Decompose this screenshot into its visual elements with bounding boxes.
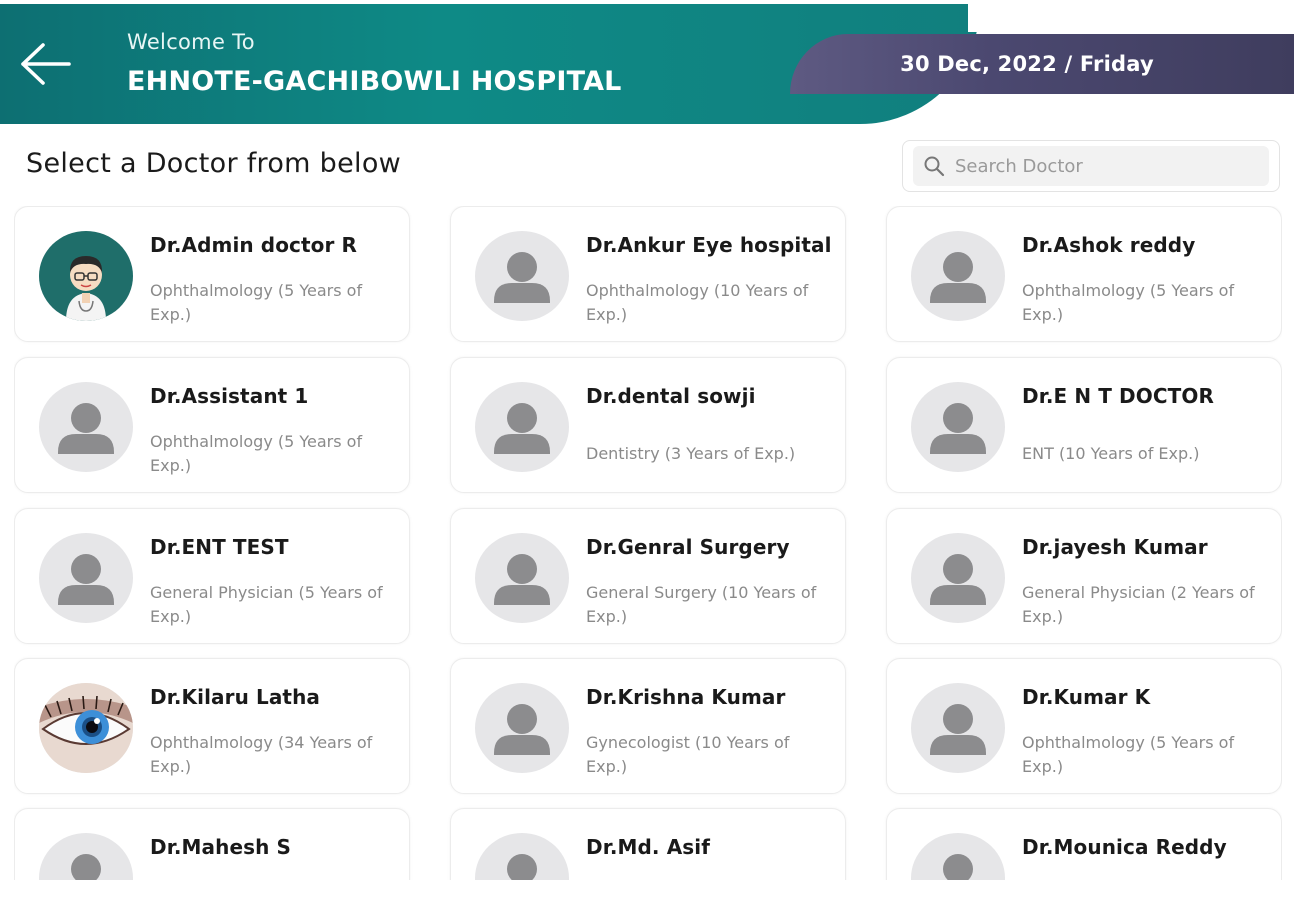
user-placeholder-icon [39,533,133,623]
doctor-card[interactable]: Dr.Krishna Kumar Gynecologist (10 Years o… [450,658,846,794]
page-title: Select a Doctor from below [26,148,402,179]
doctor-name: Dr.Admin doctor R [150,233,358,257]
user-placeholder-icon [475,382,569,472]
doctor-card[interactable]: Dr.dental sowji Dentistry (3 Years of Exp… [450,357,846,493]
doctor-card[interactable]: Dr.Ankur Eye hospital Ophthalmology (10 Y… [450,206,846,342]
doctor-specialty: General Surgery (10 Years of Exp.) [586,583,817,626]
user-placeholder-icon [911,683,1005,773]
doctor-card[interactable]: Dr.Kilaru Latha Ophthalmology (34 Years o… [14,658,410,794]
doctor-specialty: Dentistry (3 Years of Exp.) [586,444,796,463]
doctor-specialty: General Physician (5 Years of Exp.) [150,583,383,626]
doctor-specialty: Ophthalmology (5 Years of Exp.) [150,432,363,475]
doctor-specialty: Ophthalmology (5 Years of Exp.) [1022,281,1235,324]
user-placeholder-icon [475,833,569,880]
doctor-card[interactable]: Dr.Assistant 1 Ophthalmology (5 Years of … [14,357,410,493]
doctor-card[interactable]: Dr.jayesh Kumar General Physician (2 Year… [886,508,1282,644]
doctor-name: Dr.ENT TEST [150,535,289,559]
doctor-specialty: ENT (10 Years of Exp.) [1022,444,1200,463]
doctor-name: Dr.Krishna Kumar [586,685,786,709]
doctor-name: Dr.Kilaru Latha [150,685,321,709]
user-placeholder-icon [911,533,1005,623]
user-placeholder-icon [39,833,133,880]
user-placeholder-icon [475,533,569,623]
search-icon [923,155,945,177]
doctor-name: Dr.Assistant 1 [150,384,309,408]
doctor-avatar-image [39,231,133,321]
doctor-name: Dr.jayesh Kumar [1022,535,1208,559]
hospital-name: EHNOTE-GACHIBOWLI HOSPITAL [127,66,622,97]
doctor-name: Dr.Mounica Reddy [1022,835,1227,859]
doctor-specialty: Ophthalmology (5 Years of Exp.) [1022,733,1235,776]
doctor-avatar-image [39,683,133,773]
doctor-name: Dr.Ashok reddy [1022,233,1196,257]
doctor-card[interactable]: Dr.Kumar K Ophthalmology (5 Years of Exp.… [886,658,1282,794]
doctor-card[interactable]: Dr.Mounica Reddy [886,808,1282,880]
doctor-card[interactable]: Dr.ENT TEST General Physician (5 Years of… [14,508,410,644]
doctor-card[interactable]: Dr.Genral Surgery General Surgery (10 Yea… [450,508,846,644]
search-input[interactable] [953,154,1257,178]
doctor-name: Dr.Ankur Eye hospital [586,233,832,257]
search-box [902,140,1280,192]
doctor-specialty: Ophthalmology (5 Years of Exp.) [150,281,363,324]
user-placeholder-icon [911,231,1005,321]
doctor-specialty: Ophthalmology (10 Years of Exp.) [586,281,809,324]
doctor-card[interactable]: Dr.Mahesh S [14,808,410,880]
doctor-card[interactable]: Dr.Md. Asif [450,808,846,880]
doctor-specialty: Ophthalmology (34 Years of Exp.) [150,733,373,776]
user-placeholder-icon [911,833,1005,880]
doctor-specialty: General Physician (2 Years of Exp.) [1022,583,1255,626]
doctor-card[interactable]: Dr.Ashok reddy Ophthalmology (5 Years of … [886,206,1282,342]
doctor-specialty: Gynecologist (10 Years of Exp.) [586,733,790,776]
welcome-text: Welcome To [127,30,255,54]
doctor-card[interactable]: Dr.E N T DOCTOR ENT (10 Years of Exp.) [886,357,1282,493]
doctor-name: Dr.Md. Asif [586,835,711,859]
doctor-card[interactable]: Dr.Admin doctor R Ophthalmology (5 Years … [14,206,410,342]
user-placeholder-icon [475,683,569,773]
doctor-name: Dr.dental sowji [586,384,756,408]
date-banner: 30 Dec, 2022 / Friday [790,34,1294,94]
current-date: 30 Dec, 2022 / Friday [900,52,1154,76]
doctor-name: Dr.E N T DOCTOR [1022,384,1214,408]
doctor-grid: Dr.Admin doctor R Ophthalmology (5 Years … [14,206,1282,880]
back-button[interactable] [16,38,74,90]
user-placeholder-icon [475,231,569,321]
user-placeholder-icon [911,382,1005,472]
doctor-name: Dr.Mahesh S [150,835,292,859]
doctor-name: Dr.Genral Surgery [586,535,790,559]
doctor-name: Dr.Kumar K [1022,685,1151,709]
user-placeholder-icon [39,382,133,472]
arrow-left-icon [21,43,71,85]
